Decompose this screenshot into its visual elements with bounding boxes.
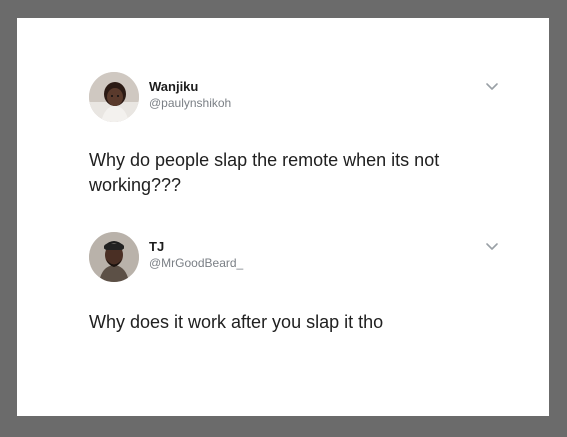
tweet-text: Why do people slap the remote when its n… <box>89 150 440 195</box>
user-names: Wanjiku @paulynshikoh <box>149 79 231 111</box>
tweet-tj: TJ @MrGoodBeard_ Why does it work after … <box>89 230 509 335</box>
tweet-header: TJ @MrGoodBeard_ <box>89 230 509 286</box>
display-name[interactable]: TJ <box>149 239 243 255</box>
avatar-icon[interactable] <box>89 232 139 282</box>
tweet-header: Wanjiku @paulynshikoh <box>89 70 509 126</box>
user-handle[interactable]: @MrGoodBeard_ <box>149 255 243 271</box>
avatar-icon[interactable] <box>89 72 139 122</box>
chevron-down-icon[interactable] <box>485 242 499 252</box>
tweet-wanjiku: Wanjiku @paulynshikoh Why do people slap… <box>89 70 509 198</box>
display-name[interactable]: Wanjiku <box>149 79 231 95</box>
user-handle[interactable]: @paulynshikoh <box>149 95 231 111</box>
user-names: TJ @MrGoodBeard_ <box>149 239 243 271</box>
tweet-text: Why does it work after you slap it tho <box>89 312 384 332</box>
screenshot-card: Wanjiku @paulynshikoh Why do people slap… <box>17 18 549 416</box>
chevron-down-icon[interactable] <box>485 82 499 92</box>
